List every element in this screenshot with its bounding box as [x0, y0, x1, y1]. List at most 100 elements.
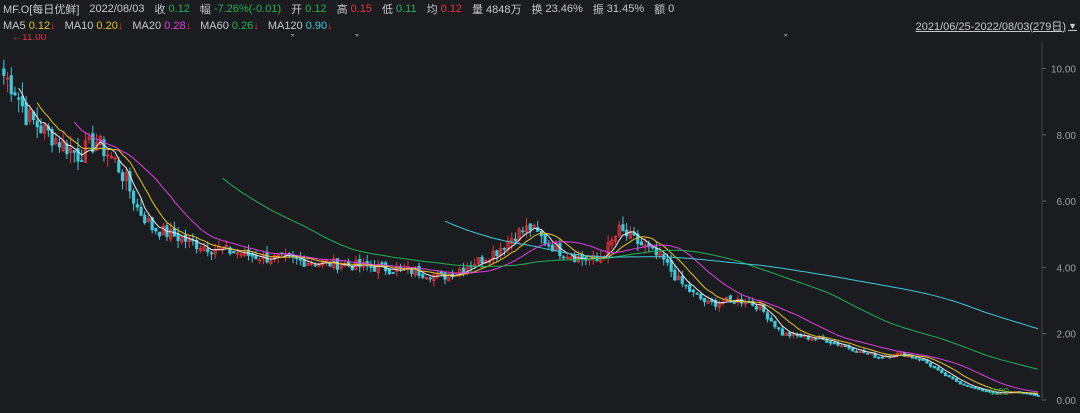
date-label: 2022/08/03: [89, 2, 145, 15]
candle-body: [135, 204, 139, 208]
down-arrow-icon: ↓: [253, 19, 259, 32]
turnover-value: 23.46%: [545, 2, 583, 15]
close-value: 0.12: [168, 2, 190, 15]
candle-body: [372, 266, 377, 272]
candle-body: [954, 378, 959, 382]
candle-body: [421, 274, 425, 278]
event-marker: *: [784, 34, 788, 43]
candle-body: [917, 358, 922, 361]
event-marker: *: [291, 34, 295, 43]
ma10-line: [36, 102, 1039, 394]
candle-body: [691, 289, 695, 293]
avg-value: 0.12: [440, 2, 462, 15]
candle-body: [980, 389, 985, 392]
down-arrow-icon: ↓: [50, 19, 56, 32]
candle-body: [57, 142, 62, 148]
candle-body: [562, 256, 566, 259]
candle-body: [843, 345, 847, 348]
candle-body: [680, 275, 684, 284]
candle-body: [131, 190, 136, 204]
avg-label: 均: [426, 3, 438, 16]
down-arrow-icon: ↓: [185, 19, 192, 32]
amount-value: 0: [668, 2, 675, 15]
candle-body: [969, 386, 974, 389]
low-marker-label: 0.09 →: [990, 387, 1022, 398]
candle-body: [1032, 394, 1037, 396]
candle-body: [780, 328, 784, 336]
candle-body: [788, 332, 792, 337]
ma20-legend[interactable]: MA20 0.28↓: [132, 20, 191, 32]
ma120-legend[interactable]: MA120 0.90↓: [268, 20, 333, 32]
candle-body: [966, 384, 970, 387]
candle-body: [1036, 395, 1040, 397]
candle-body: [762, 303, 766, 312]
y-tick-label: 10.00: [1051, 65, 1076, 76]
candle-body: [157, 231, 162, 237]
candle-body: [765, 312, 770, 320]
candle-body: [728, 295, 733, 300]
candle-body: [120, 172, 125, 181]
candle-body: [773, 320, 777, 328]
candle-body: [769, 317, 773, 322]
candle-body: [854, 351, 859, 353]
candle-body: [921, 359, 925, 361]
candle-body: [880, 356, 885, 359]
candle-body: [828, 341, 833, 344]
change-label: 幅: [199, 3, 211, 16]
candle-body: [154, 227, 158, 232]
ma10-legend[interactable]: MA10 0.20↓: [65, 20, 124, 32]
low-value: 0.11: [395, 2, 417, 15]
candle-body: [80, 160, 84, 162]
candle-body: [977, 388, 981, 391]
candle-body: [139, 206, 143, 216]
open-label: 开: [291, 3, 303, 16]
amount-label: 额: [654, 3, 666, 16]
date-range-label: 2021/06/25-2022/08/03(279日): [915, 20, 1067, 33]
candle-body: [962, 383, 966, 386]
ma60-line: [222, 177, 1039, 370]
candle-body: [877, 356, 881, 359]
candle-body: [513, 238, 518, 242]
ma5-name: MA5: [3, 19, 26, 32]
change-value: -7.26%(-0.01): [213, 2, 282, 15]
candle-body: [973, 386, 977, 390]
candle-body: [558, 243, 562, 257]
candle-body: [369, 265, 373, 268]
candle-body: [866, 352, 870, 355]
candle-body: [24, 102, 28, 125]
candle-body: [209, 252, 214, 255]
ma10-value: 0.20: [96, 19, 118, 32]
candle-body: [461, 267, 466, 273]
turnover-label: 换: [531, 3, 543, 16]
candle-body: [754, 305, 759, 310]
candle-body: [573, 254, 577, 262]
candle-body: [832, 342, 836, 345]
candle-body: [391, 272, 395, 274]
ma5-legend[interactable]: MA5 0.12↓: [3, 20, 56, 32]
candlestick-chart[interactable]: 10.00 8.00 6.00 4.00 2.00 0.00 ←11.00 0.09 → * * *: [0, 34, 1080, 413]
candle-body: [914, 357, 918, 359]
candle-body: [639, 241, 644, 246]
candle-body: [254, 255, 258, 260]
ma20-value: 0.28: [164, 19, 186, 32]
candle-body: [688, 284, 692, 292]
ma20-name: MA20: [132, 19, 162, 32]
volume-label: 量: [472, 3, 483, 16]
candle-body: [495, 250, 499, 257]
date-range-selector[interactable]: 2021/06/25-2022/08/03(279日) ▼: [916, 17, 1077, 34]
down-arrow-icon: ↓: [327, 19, 333, 32]
ma120-value: 0.90: [305, 19, 328, 32]
y-tick-label: 6.00: [1057, 197, 1077, 208]
amplitude-label: 振: [592, 3, 604, 16]
symbol-label: MF.O[每日优鲜]: [3, 3, 80, 16]
high-marker-label: ←11.00: [12, 34, 47, 43]
candle-body: [951, 376, 955, 380]
y-tick-label: 8.00: [1057, 131, 1077, 142]
candle-body: [313, 264, 317, 267]
volume-value: 4848万: [486, 3, 522, 16]
candle-body: [673, 269, 677, 281]
candle-body: [932, 365, 936, 369]
ma60-legend[interactable]: MA60 0.26↓: [200, 20, 259, 32]
y-tick-label: 0.00: [1057, 396, 1077, 407]
candle-body: [39, 125, 43, 134]
